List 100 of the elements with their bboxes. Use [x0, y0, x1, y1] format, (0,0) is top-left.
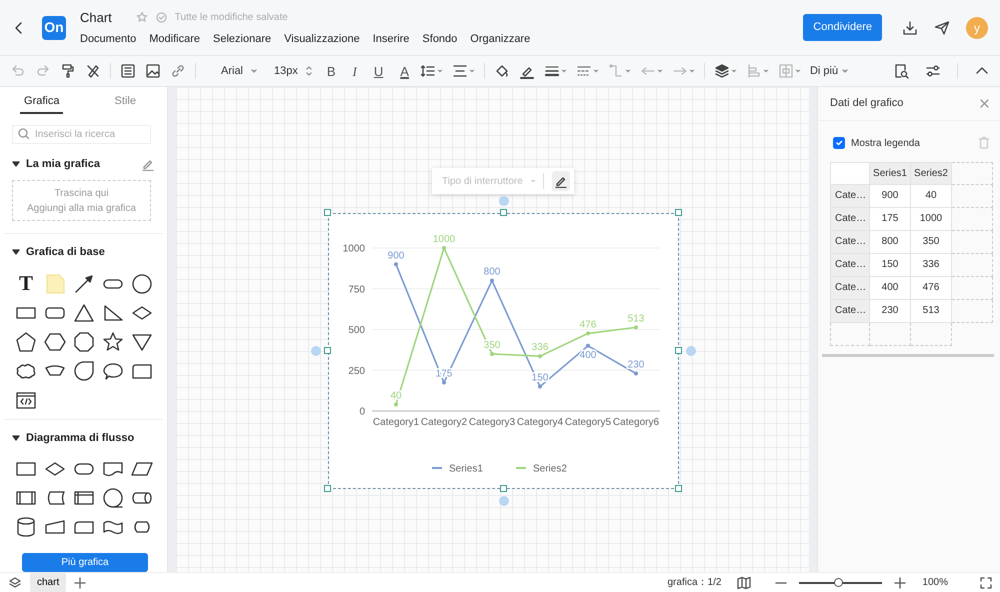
page-tab[interactable]: chart — [30, 573, 66, 592]
data-label: 900 — [388, 250, 404, 262]
zoom-in-icon[interactable] — [894, 576, 906, 588]
logo: On — [42, 16, 66, 40]
column-header[interactable]: Series1 — [870, 162, 911, 184]
resize-handle[interactable] — [675, 485, 682, 492]
row-header[interactable]: Cate… — [830, 230, 870, 254]
page-count: grafica：1/2 — [668, 576, 722, 590]
star-icon[interactable] — [102, 330, 124, 353]
arrow-icon[interactable] — [73, 272, 95, 295]
table-cell[interactable]: 150 — [870, 254, 911, 276]
circle-icon[interactable] — [131, 272, 153, 295]
table-cell[interactable]: 800 — [870, 230, 911, 254]
resize-handle[interactable] — [500, 209, 506, 216]
link-icon[interactable] — [170, 63, 186, 79]
add-icon[interactable] — [74, 576, 86, 588]
more-shapes-button[interactable]: Più grafica — [22, 553, 148, 572]
star-icon[interactable] — [136, 11, 148, 24]
row-header[interactable]: Cate… — [830, 208, 870, 230]
settings-icon[interactable] — [925, 63, 941, 79]
section-title[interactable]: Grafica di base — [26, 244, 105, 261]
resize-handle[interactable] — [675, 209, 682, 216]
menu-item[interactable]: Selezionare — [213, 31, 272, 48]
font-size-field[interactable]: 13px — [274, 62, 298, 80]
row-header[interactable]: Cate… — [830, 254, 870, 276]
caret-icon[interactable] — [12, 160, 20, 168]
line-spacing-icon[interactable] — [420, 63, 443, 79]
caret-icon[interactable] — [12, 248, 20, 256]
triangle-icon[interactable] — [73, 302, 95, 324]
row-header[interactable]: Cate… — [830, 276, 870, 300]
more-menu[interactable]: Di più — [810, 62, 838, 80]
document-title[interactable]: Chart — [80, 8, 112, 27]
sidebar-tab[interactable]: Stile — [84, 87, 167, 114]
text-color-button[interactable]: A — [398, 64, 411, 78]
table-cell[interactable]: 476 — [911, 276, 952, 300]
image-icon[interactable] — [145, 63, 161, 79]
data-point — [538, 384, 542, 389]
fullscreen-icon[interactable] — [980, 576, 992, 588]
table-cell[interactable]: 400 — [870, 276, 911, 300]
menu-item[interactable]: Modificare — [149, 31, 200, 48]
empty-cell[interactable] — [870, 322, 911, 346]
layers-icon[interactable] — [714, 63, 737, 79]
resize-handle[interactable] — [324, 347, 331, 354]
menu-item[interactable]: Inserire — [372, 31, 410, 48]
section-title[interactable]: Diagramma di flusso — [26, 430, 134, 446]
underline-button[interactable]: U — [372, 64, 386, 78]
circle-icon[interactable] — [102, 487, 124, 510]
cylinder-icon[interactable] — [15, 516, 37, 538]
format-painter-icon[interactable] — [60, 63, 76, 79]
table-cell[interactable]: 40 — [911, 184, 952, 208]
menu-item[interactable]: Visualizzazione — [284, 31, 360, 48]
table-cell[interactable]: 350 — [911, 230, 952, 254]
caret-icon[interactable] — [12, 434, 20, 442]
align-icon[interactable] — [452, 63, 475, 79]
table-cell[interactable]: 900 — [870, 184, 911, 208]
row-header[interactable]: Cate… — [830, 300, 870, 322]
table-cell[interactable]: 513 — [911, 300, 952, 322]
menu-item[interactable]: Sfondo — [422, 31, 458, 48]
octagon-icon[interactable] — [73, 330, 95, 353]
share-button[interactable]: Condividere — [803, 14, 882, 41]
layers-icon[interactable] — [8, 576, 22, 589]
font-select[interactable]: Arial — [221, 62, 244, 80]
pentagon-icon[interactable] — [15, 330, 37, 353]
table-cell[interactable]: 230 — [870, 300, 911, 322]
resize-handle[interactable] — [324, 485, 331, 492]
hexagon-icon[interactable] — [44, 330, 66, 353]
map-icon[interactable] — [737, 576, 752, 590]
menu-item[interactable]: Documento — [80, 31, 136, 48]
clear-format-icon[interactable] — [85, 63, 101, 79]
send-icon[interactable] — [934, 20, 950, 36]
text-tool[interactable]: T — [18, 273, 33, 294]
search-field[interactable]: Inserisci la ricerca — [12, 124, 151, 144]
empty-cell[interactable] — [830, 322, 870, 346]
edit-button[interactable] — [552, 171, 570, 191]
empty-cell[interactable] — [911, 322, 952, 346]
axis-label: 1000 — [342, 244, 365, 254]
table-cell[interactable]: 1000 — [911, 208, 952, 230]
data-point — [586, 331, 590, 336]
row-header[interactable]: Cate… — [830, 184, 870, 208]
fill-bucket-icon[interactable] — [494, 63, 510, 79]
resize-handle[interactable] — [500, 485, 506, 492]
table-cell[interactable]: 175 — [870, 208, 911, 230]
bold-button[interactable]: B — [324, 64, 338, 78]
menu-item[interactable]: Organizzare — [470, 31, 530, 48]
sidebar-tab[interactable]: Grafica — [0, 87, 84, 114]
resize-handle[interactable] — [324, 209, 331, 216]
italic-button[interactable]: I — [350, 64, 359, 78]
resize-handle[interactable] — [675, 347, 682, 354]
download-icon[interactable] — [902, 20, 918, 36]
section-title[interactable]: La mia grafica — [26, 156, 100, 172]
find-icon[interactable] — [893, 63, 909, 79]
stepper-icon[interactable] — [306, 65, 312, 77]
legend-checkbox[interactable] — [833, 137, 845, 149]
drop-icon[interactable] — [73, 360, 95, 382]
table-cell[interactable]: 336 — [911, 254, 952, 276]
column-header[interactable]: Series2 — [911, 162, 952, 184]
data-label: 800 — [484, 266, 500, 278]
axis-label: Category5 — [564, 417, 612, 428]
close-icon[interactable] — [979, 98, 990, 109]
slider-thumb[interactable] — [834, 578, 843, 586]
